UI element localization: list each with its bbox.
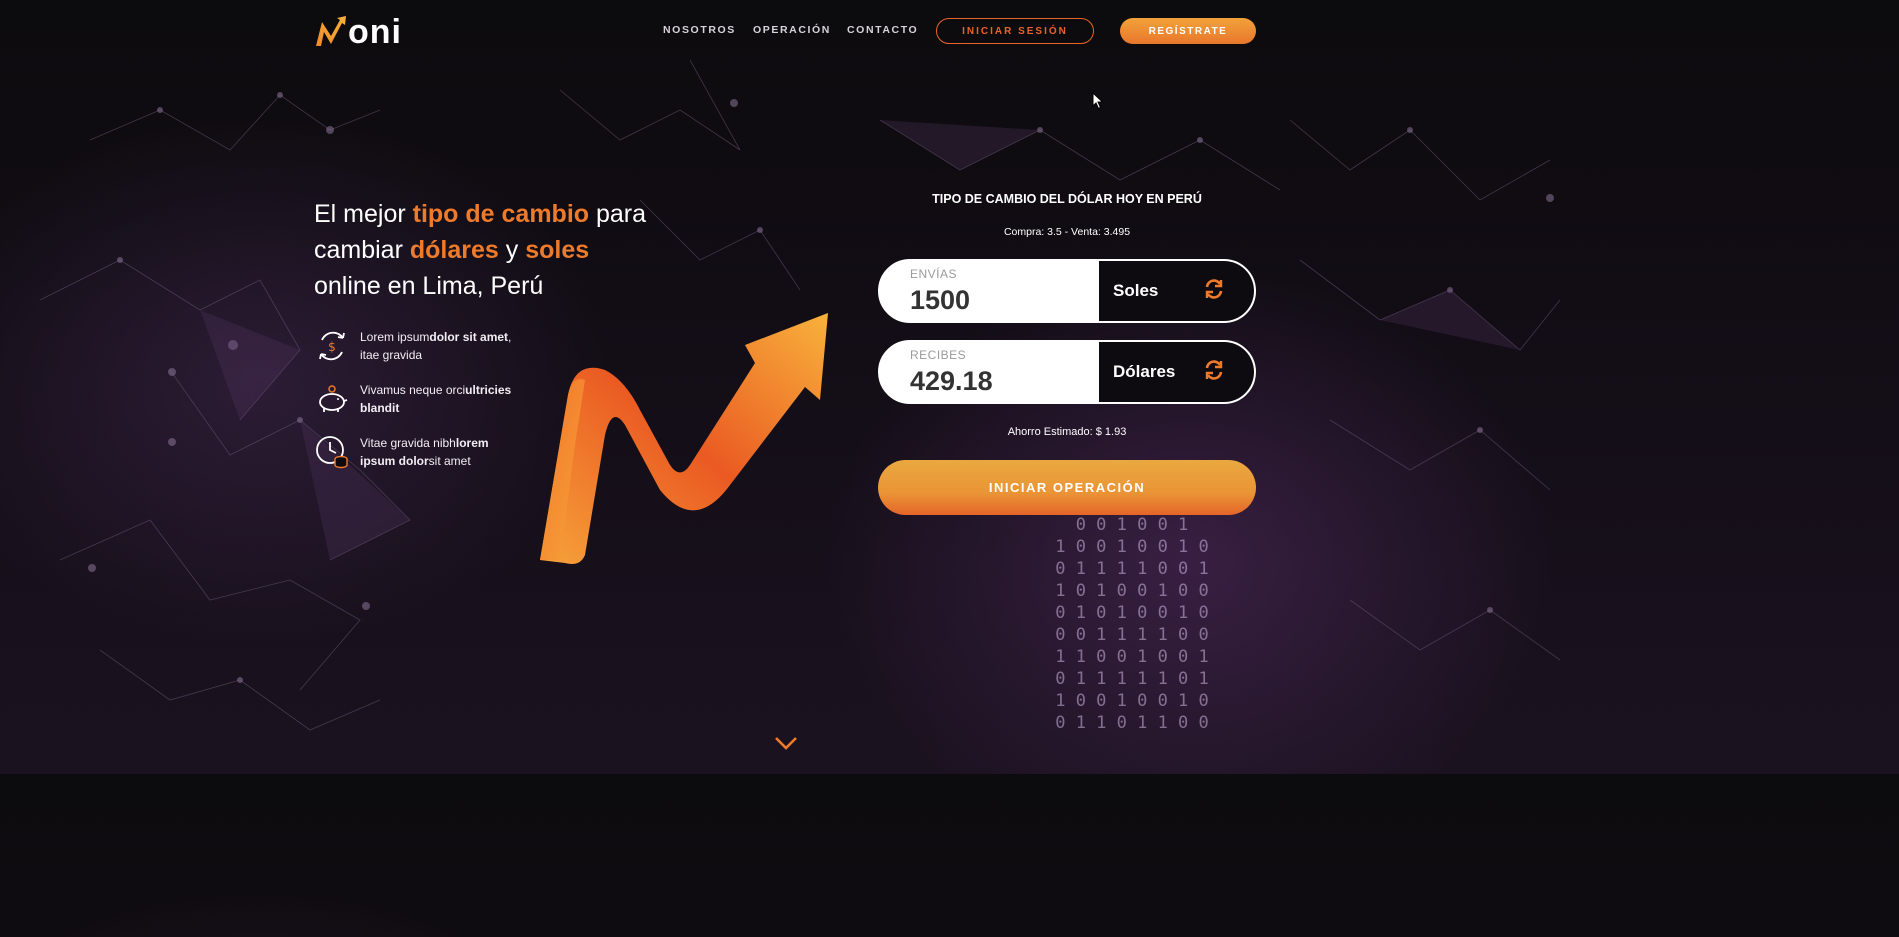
hero-headline: El mejor tipo de cambio para cambiar dól… bbox=[314, 196, 734, 304]
svg-text:1 0 0 1 0 0 1 0: 1 0 0 1 0 0 1 0 bbox=[1055, 537, 1209, 557]
feature-text: Lorem ipsumdolor sit amet, itae gravida bbox=[360, 328, 520, 364]
send-label: ENVÍAS bbox=[910, 267, 958, 281]
svg-text:1 0 0 1 0 0 1 0: 1 0 0 1 0 0 1 0 bbox=[1055, 691, 1209, 711]
start-operation-button[interactable]: INICIAR OPERACIÓN bbox=[878, 460, 1256, 515]
hero-text: El mejor bbox=[314, 200, 413, 228]
hero-text: cambiar bbox=[314, 236, 410, 264]
swap-currency-icon[interactable] bbox=[1204, 278, 1224, 300]
receive-amount-input[interactable]: 429.18 bbox=[910, 366, 993, 397]
logo-m-arrow-icon bbox=[316, 16, 346, 46]
hero-text: y bbox=[498, 236, 526, 264]
send-amount-field: ENVÍAS 1500 Soles bbox=[878, 259, 1256, 323]
svg-text:0 1 1 1 1 0 0 1: 0 1 1 1 1 0 0 1 bbox=[1055, 559, 1209, 579]
feature-text: Vitae gravida nibhlorem ipsum dolorsit a… bbox=[360, 434, 520, 470]
feature-text-part: Vivamus neque orci bbox=[360, 383, 466, 397]
feature-text-part: Lorem ipsum bbox=[360, 330, 430, 344]
hero-text: para bbox=[589, 200, 647, 228]
mouse-cursor-icon bbox=[1092, 92, 1104, 110]
moni-logo[interactable]: oni bbox=[314, 14, 402, 50]
svg-text:0 1 1 1 1 1 0 1: 0 1 1 1 1 1 0 1 bbox=[1055, 669, 1209, 689]
register-button[interactable]: REGÍSTRATE bbox=[1120, 18, 1256, 44]
receive-amount-field: RECIBES 429.18 Dólares bbox=[878, 340, 1256, 404]
chevron-down-icon[interactable] bbox=[774, 735, 798, 751]
feature-text-bold: dolor sit amet bbox=[429, 330, 509, 344]
hero-highlight-tipo-de-cambio: tipo de cambio bbox=[412, 200, 590, 228]
hero-highlight-soles: soles bbox=[525, 236, 590, 264]
svg-text:0 1 1 0 1 1 0 0: 0 1 1 0 1 1 0 0 bbox=[1055, 713, 1209, 733]
svg-text:1 1 0 0 1 0 0 1: 1 1 0 0 1 0 0 1 bbox=[1055, 647, 1209, 667]
send-currency-selector[interactable]: Soles bbox=[1099, 261, 1254, 321]
receive-amount-input-area[interactable]: RECIBES 429.18 bbox=[880, 342, 1099, 402]
svg-text:1 0 1 0 0 1 0 0: 1 0 1 0 0 1 0 0 bbox=[1055, 581, 1209, 601]
money-exchange-icon: $ bbox=[319, 331, 345, 361]
nav-link-operacion[interactable]: OPERACIÓN bbox=[753, 24, 831, 36]
svg-text:0 1 0 1 0 0 1 0: 0 1 0 1 0 0 1 0 bbox=[1055, 603, 1209, 623]
swap-currency-icon[interactable] bbox=[1204, 359, 1224, 381]
login-button[interactable]: INICIAR SESIÓN bbox=[936, 18, 1094, 44]
send-currency-label: Soles bbox=[1113, 281, 1159, 300]
svg-text:0 0 1 0 0 1: 0 0 1 0 0 1 bbox=[1076, 515, 1189, 535]
send-amount-input[interactable]: 1500 bbox=[910, 285, 970, 316]
converter-title: TIPO DE CAMBIO DEL DÓLAR HOY EN PERÚ bbox=[932, 192, 1202, 206]
estimated-saving-text: Ahorro Estimado: $ 1.93 bbox=[1007, 426, 1127, 438]
receive-currency-label: Dólares bbox=[1113, 362, 1176, 381]
hero-text: online en Lima, Perú bbox=[314, 272, 544, 300]
nav-link-nosotros[interactable]: NOSOTROS bbox=[663, 24, 736, 36]
hero-highlight-dolares: dólares bbox=[409, 236, 499, 264]
clock-coins-icon bbox=[316, 436, 348, 469]
piggy-bank-icon bbox=[319, 385, 348, 412]
feature-text: Vivamus neque orciultricies blandit bbox=[360, 381, 520, 417]
logo-text: oni bbox=[348, 13, 402, 51]
receive-currency-selector[interactable]: Dólares bbox=[1099, 342, 1254, 402]
nav-link-contacto[interactable]: CONTACTO bbox=[847, 24, 918, 36]
svg-text:0 0 1 1 1 1 0 0: 0 0 1 1 1 1 0 0 bbox=[1055, 625, 1209, 645]
send-amount-input-area[interactable]: ENVÍAS 1500 bbox=[880, 261, 1099, 321]
exchange-rate-text: Compra: 3.5 - Venta: 3.495 bbox=[1003, 226, 1131, 238]
feature-text-part: sit amet bbox=[428, 454, 471, 468]
feature-text-part: Vitae gravida nibh bbox=[360, 436, 456, 450]
growth-arrow-illustration bbox=[540, 313, 828, 564]
svg-text:$: $ bbox=[328, 340, 336, 354]
receive-label: RECIBES bbox=[910, 348, 967, 362]
